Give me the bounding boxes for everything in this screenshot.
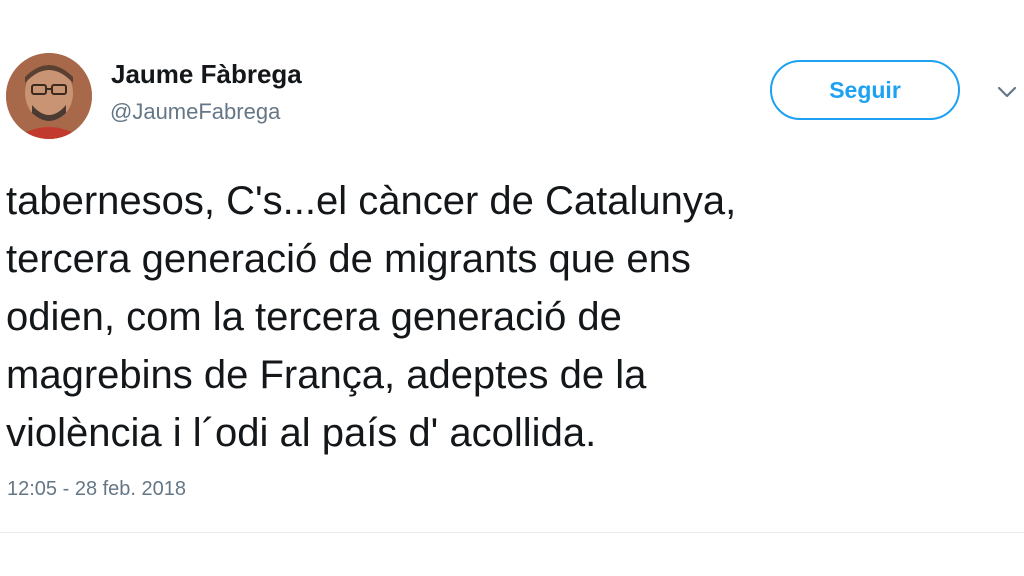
tweet-timestamp[interactable]: 12:05 - 28 feb. 2018 (7, 478, 186, 501)
tweet-card: Jaume Fàbrega @JaumeFabrega Seguir taber… (0, 0, 1024, 576)
profile-photo-icon (6, 53, 92, 139)
chevron-down-icon[interactable] (996, 84, 1018, 100)
follow-button[interactable]: Seguir (770, 60, 960, 120)
display-name[interactable]: Jaume Fàbrega (111, 59, 302, 90)
avatar[interactable] (6, 53, 92, 139)
tweet-text: tabernesos, C's...el càncer de Catalunya… (6, 179, 737, 455)
user-handle[interactable]: @JaumeFabrega (110, 99, 280, 125)
divider (0, 532, 1024, 533)
